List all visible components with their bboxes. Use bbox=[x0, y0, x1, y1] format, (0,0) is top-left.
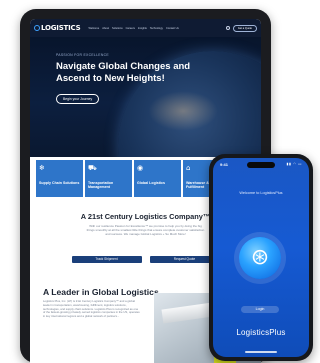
leader-section: A Leader in Global Logistics Logistics P… bbox=[43, 287, 163, 319]
hero-kicker: PASSION FOR EXCELLENCE bbox=[56, 53, 109, 57]
hero-cta-button[interactable]: Begin your Journey bbox=[56, 94, 100, 104]
welcome-text: Welcome to LogisticsPlus bbox=[239, 191, 283, 195]
login-button[interactable]: Login bbox=[241, 306, 279, 313]
service-card-global-logistics[interactable]: ◉ Global Logistics bbox=[134, 160, 181, 197]
home-indicator[interactable] bbox=[245, 351, 277, 353]
nav-link-solutions[interactable]: Solutions bbox=[112, 27, 123, 30]
track-shipment-button[interactable]: Track Shipment bbox=[71, 256, 142, 263]
nav-link-insights[interactable]: Insights bbox=[138, 27, 147, 30]
service-label: Transportation Management bbox=[88, 181, 114, 190]
intro-text: With our resilience Passion for Excellen… bbox=[86, 224, 205, 236]
hero-section: PASSION FOR EXCELLENCE Navigate Global C… bbox=[30, 37, 261, 157]
truck-icon: ⛟ bbox=[88, 164, 97, 172]
nav-links: Welcome About Solutions Careers Insights… bbox=[88, 27, 225, 30]
logo-mark-icon bbox=[34, 25, 40, 31]
leader-title: A Leader in Global Logistics bbox=[43, 287, 159, 297]
leader-text: Logistics Plus, Inc. (LP) is 21st Centur… bbox=[43, 299, 140, 319]
status-time: 9:41 bbox=[220, 161, 229, 167]
get-quote-button[interactable]: Get a Quote bbox=[232, 24, 257, 32]
nav-link-technology[interactable]: Technology bbox=[150, 27, 163, 30]
globe-icon: ⊛ bbox=[239, 237, 281, 279]
nav-link-welcome[interactable]: Welcome bbox=[88, 27, 99, 30]
service-card-transportation[interactable]: ⛟ Transportation Management bbox=[85, 160, 132, 197]
phone-device: 9:41 ▮▮ ◠ ▭ Welcome to LogisticsPlus ⊛ L… bbox=[209, 154, 313, 361]
brand-wordmark: LogisticsPlus bbox=[236, 328, 286, 337]
phone-screen: 9:41 ▮▮ ◠ ▭ Welcome to LogisticsPlus ⊛ L… bbox=[213, 158, 309, 357]
site-logo[interactable]: LOGISTICS bbox=[34, 24, 81, 32]
hero-title: Navigate Global Changes and Ascend to Ne… bbox=[56, 61, 191, 84]
service-label: Warehouse & Fulfillment bbox=[186, 181, 209, 190]
service-label: Global Logistics bbox=[137, 181, 165, 185]
logo-text: LOGISTICS bbox=[41, 24, 81, 32]
warehouse-icon: ⌂ bbox=[186, 164, 191, 172]
nav-link-about[interactable]: About bbox=[102, 27, 109, 30]
signal-wifi-battery-icon: ▮▮ ◠ ▭ bbox=[286, 162, 302, 166]
service-card-supply-chain[interactable]: ❄ Supply Chain Solutions bbox=[36, 160, 83, 197]
site-navbar: LOGISTICS Welcome About Solutions Career… bbox=[30, 19, 261, 37]
nav-link-contact[interactable]: Contact Us bbox=[166, 27, 179, 30]
search-icon[interactable] bbox=[225, 26, 230, 30]
globe-icon: ◉ bbox=[137, 164, 144, 172]
service-label: Supply Chain Solutions bbox=[39, 181, 80, 185]
snowflake-icon: ❄ bbox=[39, 164, 45, 172]
nav-link-careers[interactable]: Careers bbox=[126, 27, 135, 30]
dynamic-island bbox=[247, 162, 275, 168]
